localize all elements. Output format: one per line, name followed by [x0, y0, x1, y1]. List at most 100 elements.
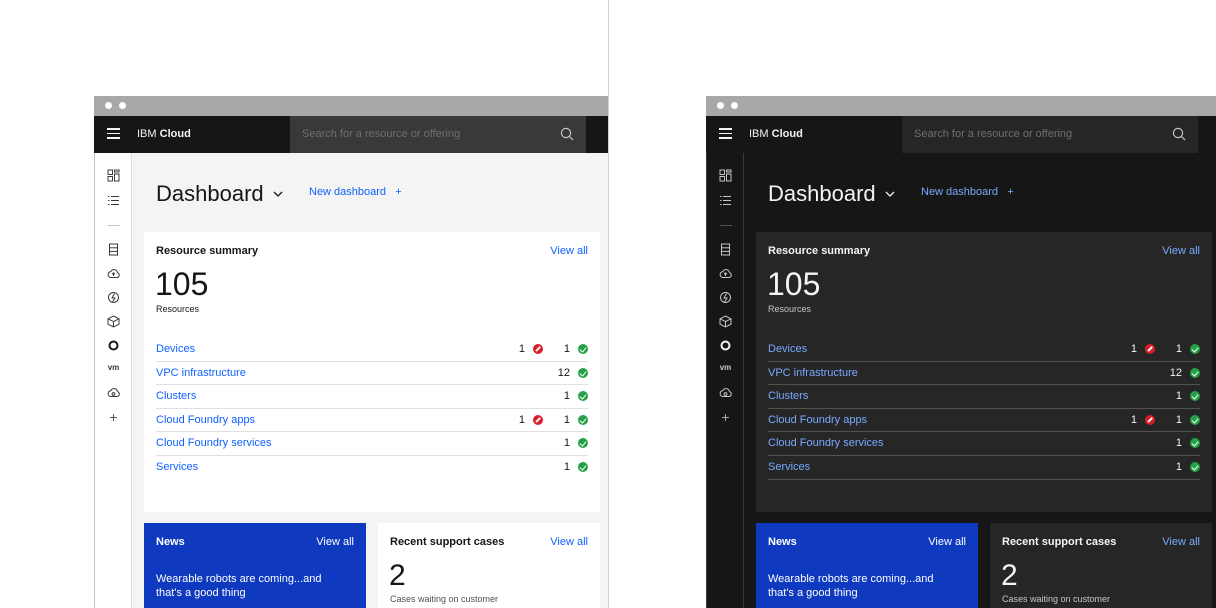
dashboard-icon[interactable] [719, 169, 732, 182]
brand-name[interactable]: IBM Cloud [749, 128, 803, 140]
list-icon[interactable] [107, 194, 120, 207]
storage-icon[interactable] [107, 243, 120, 256]
functions-icon[interactable] [107, 291, 120, 304]
card-title: Resource summary [768, 245, 871, 257]
success-count: 1 [563, 413, 570, 426]
chevron-down-icon[interactable] [272, 189, 284, 199]
cloud-upload-icon[interactable] [107, 267, 120, 280]
resource-link[interactable]: Devices [156, 343, 195, 355]
resource-link[interactable]: Cloud Foundry apps [768, 414, 867, 426]
resource-row: Services 1 [156, 456, 588, 480]
success-stat: 1 [564, 437, 588, 449]
view-all-link[interactable]: View all [1162, 245, 1200, 257]
add-icon: + [1007, 186, 1014, 198]
hamburger-icon[interactable] [719, 128, 732, 140]
resource-count-label: Resources [156, 304, 200, 314]
resource-row: Devices 1 1 [768, 338, 1200, 362]
openshift-icon[interactable] [107, 339, 120, 352]
resource-summary-card: Resource summary View all 105 Resources … [756, 232, 1212, 512]
resource-link[interactable]: Cloud Foundry apps [156, 414, 255, 426]
news-headline[interactable]: Wearable robots are coming...and that's … [156, 572, 346, 600]
search-icon[interactable] [560, 127, 574, 141]
success-count: 1 [1175, 437, 1182, 450]
resource-count: 105 [767, 266, 821, 302]
error-icon [1145, 344, 1155, 354]
box-icon[interactable] [107, 315, 120, 328]
error-stat: 1 [1131, 414, 1155, 426]
card-title: Recent support cases [1002, 536, 1117, 548]
resource-link[interactable]: Devices [768, 343, 807, 355]
brand-product: Cloud [159, 128, 191, 140]
dashboard-content: Dashboard New dashboard + Resource summa… [744, 153, 1216, 608]
list-icon[interactable] [719, 194, 732, 207]
success-count: 1 [563, 437, 570, 450]
news-card: News View all Wearable robots are coming… [756, 523, 978, 608]
success-count: 1 [563, 460, 570, 473]
success-icon [1190, 344, 1200, 354]
view-all-link[interactable]: View all [928, 536, 966, 548]
support-count: 2 [1001, 559, 1018, 592]
cloud-services-icon[interactable] [107, 386, 120, 399]
error-stat: 1 [1131, 343, 1155, 355]
success-icon [578, 438, 588, 449]
success-stat: 1 [564, 343, 588, 355]
resource-count: 105 [155, 266, 209, 302]
resource-row: Cloud Foundry services 1 [768, 432, 1200, 456]
success-stat: 1 [564, 461, 588, 473]
functions-icon[interactable] [719, 291, 732, 304]
dashboard-icon[interactable] [107, 169, 120, 182]
resource-list: Devices 1 1 VPC infrastructure 12 Clusters 1… [156, 338, 588, 480]
success-icon [1190, 461, 1200, 472]
success-count: 12 [1169, 366, 1182, 379]
resource-row: Cloud Foundry apps 1 1 [768, 409, 1200, 433]
card-title: Recent support cases [390, 536, 505, 548]
add-icon[interactable]: + [107, 410, 120, 424]
success-icon [578, 414, 588, 425]
openshift-icon[interactable] [719, 339, 732, 352]
success-icon [578, 461, 588, 472]
search-input[interactable]: Search for a resource or offering [302, 128, 460, 140]
box-icon[interactable] [719, 315, 732, 328]
search-input[interactable]: Search for a resource or offering [914, 128, 1072, 140]
resource-link[interactable]: Services [156, 461, 198, 473]
view-all-link[interactable]: View all [316, 536, 354, 548]
brand-product: Cloud [771, 128, 803, 140]
vmware-icon[interactable]: vm [107, 361, 120, 374]
success-count: 1 [1175, 343, 1182, 355]
search-icon[interactable] [1172, 127, 1186, 141]
resource-link[interactable]: VPC infrastructure [156, 367, 246, 379]
search-bar[interactable]: Search for a resource or offering [902, 116, 1198, 153]
resource-link[interactable]: Cloud Foundry services [156, 437, 272, 449]
view-all-link[interactable]: View all [550, 536, 588, 548]
card-title: Resource summary [156, 245, 259, 257]
news-headline[interactable]: Wearable robots are coming...and that's … [768, 572, 958, 600]
vmware-icon[interactable]: vm [719, 361, 732, 374]
search-bar[interactable]: Search for a resource or offering [290, 116, 586, 153]
view-all-link[interactable]: View all [550, 245, 588, 257]
view-all-link[interactable]: View all [1162, 536, 1200, 548]
error-icon [533, 344, 543, 354]
success-stat: 1 [1176, 414, 1200, 426]
storage-icon[interactable] [719, 243, 732, 256]
success-icon [1190, 438, 1200, 449]
support-count-label: Cases waiting on customer [1002, 594, 1111, 604]
card-title: News [768, 536, 797, 548]
new-dashboard-button[interactable]: New dashboard + [921, 186, 1014, 198]
resource-link[interactable]: Clusters [156, 390, 196, 402]
cloud-upload-icon[interactable] [719, 267, 732, 280]
resource-link[interactable]: VPC infrastructure [768, 367, 858, 379]
side-nav: vm + [94, 153, 132, 608]
add-icon[interactable]: + [719, 410, 732, 424]
resource-link[interactable]: Cloud Foundry services [768, 437, 884, 449]
cloud-services-icon[interactable] [719, 386, 732, 399]
resource-row: Services 1 [768, 456, 1200, 480]
resource-link[interactable]: Services [768, 461, 810, 473]
resource-link[interactable]: Clusters [768, 390, 808, 402]
hamburger-icon[interactable] [107, 128, 120, 140]
resource-row: Clusters 1 [156, 385, 588, 409]
new-dashboard-button[interactable]: New dashboard + [309, 186, 402, 198]
chevron-down-icon[interactable] [884, 189, 896, 199]
brand-name[interactable]: IBM Cloud [137, 128, 191, 140]
brand-prefix: IBM [749, 128, 769, 140]
card-title: News [156, 536, 185, 548]
